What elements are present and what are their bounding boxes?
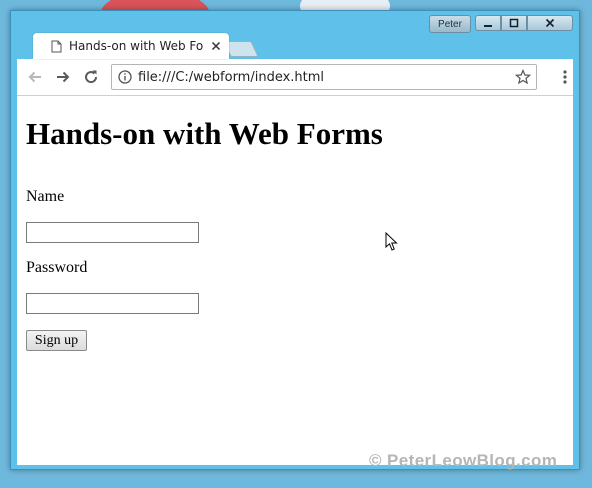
minimize-icon (484, 25, 492, 27)
browser-toolbar: file:///C:/webform/index.html (17, 59, 573, 96)
back-button[interactable] (25, 67, 45, 87)
info-icon[interactable] (118, 70, 132, 84)
tab-close-button[interactable] (209, 39, 223, 53)
close-icon (545, 18, 555, 28)
sign-up-button[interactable]: Sign up (26, 330, 87, 351)
name-label: Name (26, 188, 65, 205)
star-icon (515, 69, 531, 85)
browser-menu-button[interactable] (557, 67, 573, 87)
url-text[interactable]: file:///C:/webform/index.html (138, 70, 514, 85)
kebab-menu-icon (563, 70, 567, 84)
password-field[interactable] (26, 293, 199, 314)
page-viewport: Hands-on with Web Forms Name Password Si… (17, 96, 573, 470)
forward-button[interactable] (53, 67, 73, 87)
page-icon (49, 39, 63, 53)
bookmark-star-button[interactable] (514, 68, 532, 86)
tab-title: Hands-on with Web Forms (69, 39, 203, 53)
browser-window: Peter Hands-on with Web Forms file:///C:… (10, 10, 580, 470)
page-title: Hands-on with Web Forms (26, 116, 383, 151)
address-bar[interactable]: file:///C:/webform/index.html (111, 64, 537, 90)
maximize-icon (509, 18, 519, 28)
watermark-text: © PeterLeowBlog.com (369, 451, 558, 470)
reload-icon (85, 70, 98, 84)
minimize-button[interactable] (475, 15, 501, 31)
close-window-button[interactable] (527, 15, 573, 31)
name-field[interactable] (26, 222, 199, 243)
profile-name: Peter (438, 18, 462, 30)
tab-active[interactable]: Hands-on with Web Forms (33, 33, 229, 59)
maximize-button[interactable] (501, 15, 527, 31)
password-label: Password (26, 259, 88, 276)
reload-button[interactable] (81, 67, 101, 87)
profile-button[interactable]: Peter (429, 15, 471, 33)
forward-arrow-icon (57, 71, 70, 83)
mouse-cursor-icon (385, 232, 398, 251)
back-arrow-icon (28, 71, 41, 83)
close-icon (211, 41, 221, 51)
